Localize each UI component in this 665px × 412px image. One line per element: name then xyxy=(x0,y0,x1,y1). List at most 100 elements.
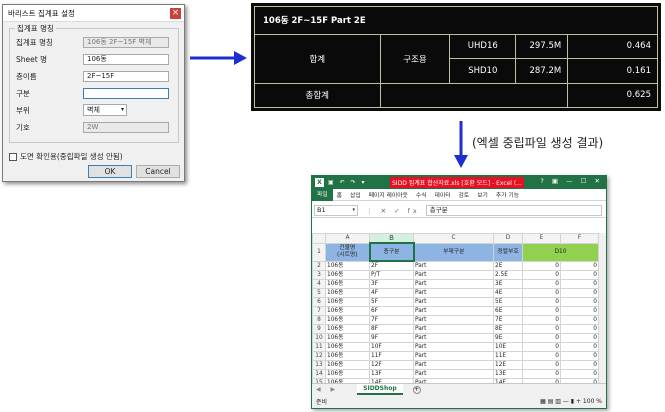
floor-cell[interactable]: 5F xyxy=(369,297,414,307)
value-cell[interactable]: 0 xyxy=(522,260,561,271)
member-cell[interactable]: Part xyxy=(413,369,494,379)
vertical-scrollbar[interactable] xyxy=(598,233,606,383)
floor-cell[interactable]: 6F xyxy=(369,306,414,316)
row-header[interactable]: 7 xyxy=(312,306,326,316)
select-all-corner[interactable] xyxy=(312,233,326,244)
header-cell[interactable]: 정렬부호 xyxy=(493,242,523,262)
zoom-control[interactable]: ▦ ▤ ▥ — ▮ + 100 % xyxy=(540,398,602,405)
formula-input[interactable]: 층구분 xyxy=(425,205,602,216)
building-cell[interactable]: 106동 xyxy=(325,351,370,361)
value-cell[interactable]: 0 xyxy=(522,288,561,298)
quick-access-toolbar[interactable]: ▣ ↶ ↷ ▾ xyxy=(328,179,366,186)
header-cell[interactable]: 건물명 (시트명) xyxy=(325,242,370,262)
value-cell[interactable]: 0 xyxy=(560,369,599,379)
column-header[interactable]: F xyxy=(560,233,599,244)
sort-code-cell[interactable]: 8E xyxy=(493,324,523,334)
row-header[interactable]: 2 xyxy=(312,260,326,271)
value-cell[interactable]: 0 xyxy=(522,333,561,343)
value-cell[interactable]: 0 xyxy=(522,324,561,334)
value-cell[interactable]: 0 xyxy=(522,360,561,370)
sheet-nav-arrows[interactable]: ◀ ▶ xyxy=(316,386,339,393)
member-cell[interactable]: Part xyxy=(413,270,494,280)
building-cell[interactable]: 106동 xyxy=(325,260,370,271)
building-cell[interactable]: 106동 xyxy=(325,360,370,370)
value-cell[interactable]: 0 xyxy=(522,315,561,325)
value-cell[interactable]: 0 xyxy=(560,333,599,343)
sort-code-cell[interactable]: 9E xyxy=(493,333,523,343)
building-cell[interactable]: 106동 xyxy=(325,270,370,280)
floor-cell[interactable]: 2F xyxy=(369,260,414,271)
row-header[interactable]: 8 xyxy=(312,315,326,325)
floor-cell[interactable]: 8F xyxy=(369,324,414,334)
checkbox[interactable] xyxy=(9,152,17,161)
sort-code-cell[interactable]: 11E xyxy=(493,351,523,361)
row-header[interactable]: 5 xyxy=(312,288,326,298)
tab-view[interactable]: 보기 xyxy=(473,190,492,199)
floor-cell[interactable]: P/T xyxy=(369,270,414,280)
column-header[interactable]: A xyxy=(325,233,370,244)
building-cell[interactable]: 106동 xyxy=(325,279,370,289)
row-header[interactable]: 14 xyxy=(312,369,326,379)
tab-review[interactable]: 검토 xyxy=(455,190,474,199)
value-cell[interactable]: 0 xyxy=(522,342,561,352)
value-cell[interactable]: 0 xyxy=(560,279,599,289)
building-cell[interactable]: 106동 xyxy=(325,297,370,307)
sort-code-cell[interactable]: 7E xyxy=(493,315,523,325)
value-cell[interactable]: 0 xyxy=(560,260,599,271)
add-sheet-icon[interactable]: + xyxy=(412,385,421,394)
building-cell[interactable]: 106동 xyxy=(325,288,370,298)
floor-cell[interactable]: 12F xyxy=(369,360,414,370)
member-cell[interactable]: Part xyxy=(413,333,494,343)
sort-code-cell[interactable]: 3E xyxy=(493,279,523,289)
tab-page-layout[interactable]: 페이지 레이아웃 xyxy=(365,190,412,199)
value-cell[interactable]: 0 xyxy=(560,351,599,361)
header-cell[interactable]: 부재구분 xyxy=(413,242,494,262)
floor-cell[interactable]: 13F xyxy=(369,369,414,379)
value-cell[interactable]: 0 xyxy=(522,351,561,361)
floor-cell[interactable]: 10F xyxy=(369,342,414,352)
building-cell[interactable]: 106동 xyxy=(325,324,370,334)
member-cell[interactable]: Part xyxy=(413,306,494,316)
building-cell[interactable]: 106동 xyxy=(325,333,370,343)
row-header[interactable]: 1 xyxy=(312,242,326,262)
ok-button[interactable]: OK xyxy=(88,165,132,178)
tab-file[interactable]: 파일 xyxy=(312,188,333,201)
column-header[interactable]: C xyxy=(413,233,494,244)
value-cell[interactable]: 0 xyxy=(560,288,599,298)
floor-name-field[interactable]: 2F~15F xyxy=(83,70,169,82)
tab-home[interactable]: 홈 xyxy=(333,190,346,199)
member-cell[interactable]: Part xyxy=(413,279,494,289)
sheet-name-field[interactable]: 106동 xyxy=(83,53,169,65)
row-header[interactable]: 3 xyxy=(312,270,326,280)
building-cell[interactable]: 106동 xyxy=(325,306,370,316)
window-controls[interactable]: ? ▣ — ☐ ✕ xyxy=(540,177,603,185)
member-cell[interactable]: Part xyxy=(413,297,494,307)
sort-code-cell[interactable]: 12E xyxy=(493,360,523,370)
tab-insert[interactable]: 삽입 xyxy=(346,190,365,199)
member-cell[interactable]: Part xyxy=(413,288,494,298)
sort-code-cell[interactable]: 13E xyxy=(493,369,523,379)
row-header[interactable]: 9 xyxy=(312,324,326,334)
value-cell[interactable]: 0 xyxy=(560,270,599,280)
value-cell[interactable]: 0 xyxy=(560,306,599,316)
member-cell[interactable]: Part xyxy=(413,351,494,361)
sort-code-cell[interactable]: 2.5E xyxy=(493,270,523,280)
row-header[interactable]: 13 xyxy=(312,360,326,370)
row-header[interactable]: 10 xyxy=(312,333,326,343)
value-cell[interactable]: 0 xyxy=(560,297,599,307)
header-cell[interactable]: D10 xyxy=(522,242,599,262)
row-header[interactable]: 4 xyxy=(312,279,326,289)
row-header[interactable]: 11 xyxy=(312,342,326,352)
value-cell[interactable]: 0 xyxy=(560,324,599,334)
building-cell[interactable]: 106동 xyxy=(325,315,370,325)
sort-code-cell[interactable]: 10E xyxy=(493,342,523,352)
member-cell[interactable]: Part xyxy=(413,342,494,352)
column-header[interactable]: E xyxy=(522,233,561,244)
floor-cell[interactable]: 4F xyxy=(369,288,414,298)
column-header[interactable]: B xyxy=(369,233,414,244)
floor-cell[interactable]: 11F xyxy=(369,351,414,361)
sort-code-cell[interactable]: 5E xyxy=(493,297,523,307)
table-name-field[interactable]: 106동 2F~15F 벽체 xyxy=(83,36,169,48)
tab-add-ins[interactable]: 추가 기능 xyxy=(492,190,523,199)
value-cell[interactable]: 0 xyxy=(560,360,599,370)
